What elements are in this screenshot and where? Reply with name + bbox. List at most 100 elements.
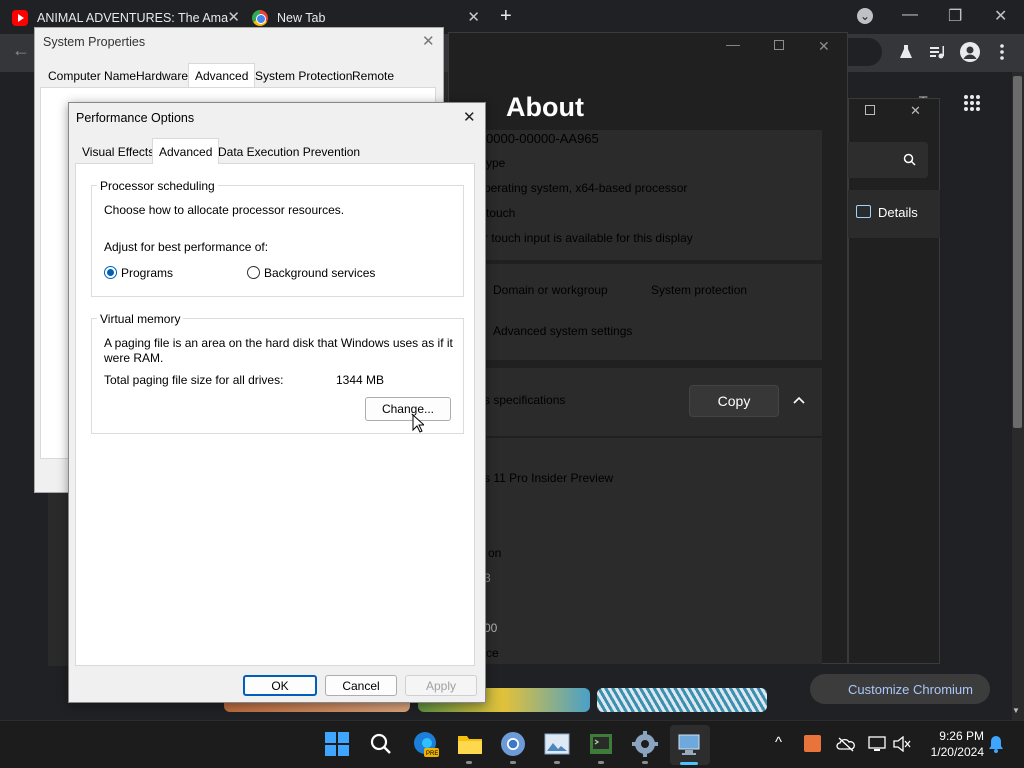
details-label: Details	[878, 205, 918, 220]
more-menu-icon[interactable]	[996, 42, 1008, 65]
close-tab-icon[interactable]: ✕	[227, 8, 240, 26]
pen-touch-label: touch	[486, 206, 516, 220]
tab-advanced[interactable]: Advanced	[188, 63, 256, 87]
scrollbar-thumb[interactable]	[1013, 76, 1022, 428]
apps-grid-icon[interactable]	[963, 94, 981, 115]
youtube-icon	[12, 10, 28, 26]
tray-app-icon[interactable]	[804, 735, 821, 752]
chromium-taskbar-icon[interactable]	[500, 731, 526, 760]
performance-options-close-icon[interactable]: ✕	[463, 108, 476, 126]
virtual-memory-description-line2: were RAM.	[104, 351, 164, 365]
active-app-indicator	[680, 762, 698, 765]
apply-button[interactable]: Apply	[405, 675, 477, 696]
adjust-performance-label: Adjust for best performance of:	[104, 240, 269, 254]
svg-text:PRE: PRE	[426, 751, 438, 757]
show-hidden-icons-chevron[interactable]: ^	[775, 734, 782, 751]
tab-computer-name[interactable]: Computer Name	[42, 65, 142, 87]
system-type-label: ype	[486, 156, 506, 170]
details-icon	[856, 205, 871, 218]
tab-data-execution-prevention[interactable]: Data Execution Prevention	[212, 141, 366, 163]
total-paging-value: 1344 MB	[336, 373, 385, 387]
programs-radio[interactable]	[104, 266, 117, 279]
experience-label: ce	[486, 646, 499, 660]
profile-avatar-icon[interactable]	[960, 42, 980, 62]
settings-close-icon[interactable]: ✕	[818, 38, 830, 55]
domain-workgroup-link[interactable]: Domain or workgroup	[493, 283, 608, 297]
system-type-value: perating system, x64-based processor	[484, 181, 688, 195]
tab-title: New Tab	[277, 11, 326, 25]
restore-icon[interactable]: ❐	[948, 6, 962, 26]
tab-search-icon[interactable]: ⌄	[857, 8, 873, 24]
cancel-button[interactable]: Cancel	[325, 675, 397, 696]
running-app-indicator	[510, 761, 516, 764]
close-window-icon[interactable]: ✕	[994, 6, 1007, 26]
start-windows-icon[interactable]	[324, 731, 350, 760]
total-paging-label: Total paging file size for all drives:	[104, 373, 284, 387]
system-protection-link[interactable]: System protection	[651, 283, 747, 297]
tab-visual-effects[interactable]: Visual Effects	[76, 141, 160, 163]
background-services-label[interactable]: Background services	[264, 266, 375, 280]
settings-maximize-icon[interactable]	[774, 40, 784, 50]
device-id-value: 0000-00000-AA965	[486, 131, 599, 146]
close-tab-icon[interactable]: ✕	[467, 8, 480, 26]
settings-minimize-icon[interactable]: —	[726, 36, 740, 52]
copy-button[interactable]: Copy	[689, 385, 779, 417]
chrome-icon	[252, 10, 268, 26]
terminal-taskbar-icon[interactable]	[588, 731, 614, 760]
edition-value: s 11 Pro Insider Preview	[484, 471, 614, 485]
background-services-radio[interactable]	[247, 266, 260, 279]
edge-beta-icon[interactable]: PRE	[413, 731, 439, 760]
popup-close-icon[interactable]: ✕	[910, 103, 921, 119]
ok-button[interactable]: OK	[243, 675, 317, 696]
notification-bell-icon[interactable]	[988, 735, 1004, 756]
running-app-indicator	[642, 761, 648, 764]
windows-specs-label: s specifications	[484, 393, 566, 407]
settings-gear-icon[interactable]	[632, 731, 658, 760]
search-taskbar-icon[interactable]	[369, 732, 393, 759]
chevron-up-icon[interactable]	[792, 393, 806, 410]
system-properties-taskbar-icon	[676, 731, 702, 760]
shortcut-thumbnail[interactable]	[597, 688, 767, 712]
mouse-cursor-icon	[412, 413, 426, 436]
system-properties-title: System Properties	[43, 35, 146, 49]
minimize-icon[interactable]: —	[902, 6, 918, 24]
system-properties-tabs: Computer Name Hardware Advanced System P…	[40, 63, 440, 88]
version-label: on	[488, 546, 502, 560]
system-properties-close-icon[interactable]: ✕	[422, 32, 435, 50]
virtual-memory-description-line1: A paging file is an area on the hard dis…	[104, 336, 453, 350]
popup-maximize-icon[interactable]	[865, 105, 875, 115]
back-icon[interactable]: ←	[12, 40, 30, 61]
programs-label[interactable]: Programs	[121, 266, 173, 280]
labs-icon[interactable]	[898, 44, 914, 63]
onedrive-offline-icon[interactable]	[836, 736, 856, 755]
clock-time[interactable]: 9:26 PM	[932, 729, 984, 743]
popup-search-box[interactable]	[848, 142, 928, 178]
running-app-indicator	[466, 761, 472, 764]
tab-system-protection[interactable]: System Protection	[249, 65, 358, 87]
photos-taskbar-icon[interactable]	[544, 731, 570, 760]
file-explorer-icon[interactable]	[457, 731, 483, 760]
tab-hardware[interactable]: Hardware	[130, 65, 194, 87]
new-tab-button[interactable]: +	[500, 5, 512, 28]
performance-options-dialog: Performance Options ✕ Visual Effects Adv…	[68, 102, 486, 703]
virtual-memory-label: Virtual memory	[97, 312, 184, 326]
customize-chromium-button[interactable]: Customize Chromium	[810, 674, 990, 704]
advanced-system-settings-link[interactable]: Advanced system settings	[493, 324, 632, 338]
secondary-window	[848, 98, 940, 664]
volume-muted-icon[interactable]	[893, 735, 911, 755]
processor-scheduling-label: Processor scheduling	[97, 179, 218, 193]
build-value: 00	[484, 621, 498, 635]
pen-touch-value: r touch input is available for this disp…	[484, 231, 693, 245]
change-button[interactable]: Change...	[365, 397, 451, 421]
tab-title: ANIMAL ADVENTURES: The Ama	[37, 11, 229, 25]
related-links-card	[448, 264, 822, 360]
customize-chromium-label: Customize Chromium	[848, 681, 973, 697]
tab-advanced[interactable]: Advanced	[152, 138, 220, 164]
clock-date[interactable]: 1/20/2024	[922, 745, 984, 759]
scroll-down-arrow[interactable]: ▼	[1012, 706, 1020, 715]
display-icon[interactable]	[868, 736, 886, 755]
tab-remote[interactable]: Remote	[346, 65, 400, 87]
search-icon[interactable]	[903, 153, 916, 169]
running-app-indicator	[554, 761, 560, 764]
media-queue-icon[interactable]	[929, 44, 945, 63]
